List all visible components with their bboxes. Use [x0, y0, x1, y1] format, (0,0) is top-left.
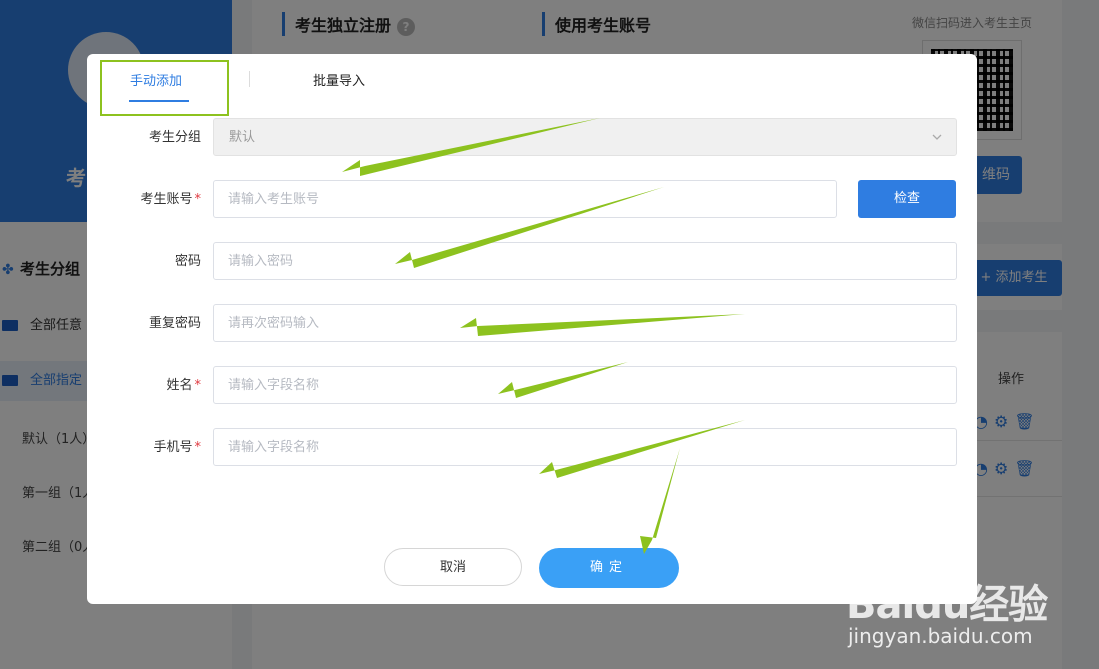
account-input[interactable]: [214, 181, 836, 217]
phone-row: 手机号 *: [87, 428, 977, 468]
cancel-button[interactable]: 取消: [384, 548, 522, 586]
tab-batch-import[interactable]: 批量导入: [313, 70, 365, 89]
repeat-password-row: 重复密码: [87, 304, 977, 344]
highlight-box: [100, 60, 229, 116]
watermark-url: jingyan.baidu.com: [848, 624, 1033, 648]
required-mark: *: [194, 440, 202, 455]
name-input-wrap: [213, 366, 957, 404]
confirm-button[interactable]: 确定: [539, 548, 679, 588]
password-input-wrap: [213, 242, 957, 280]
password-input[interactable]: [214, 243, 956, 279]
baidu-watermark: Baidu经验 jingyan.baidu.com: [842, 548, 1052, 658]
password-row: 密码: [87, 242, 977, 282]
phone-label: 手机号 *: [153, 440, 202, 455]
chevron-down-icon: [932, 134, 942, 140]
repeat-password-input-wrap: [213, 304, 957, 342]
phone-input-wrap: [213, 428, 957, 466]
check-button[interactable]: 检查: [858, 180, 956, 218]
group-label: 考生分组: [148, 130, 201, 145]
group-select-value: 默认: [229, 130, 256, 145]
group-row: 考生分组 默认: [87, 118, 977, 158]
watermark-logo: Baidu经验: [846, 582, 1048, 628]
name-label: 姓名 *: [166, 378, 202, 393]
tab-divider: [249, 71, 250, 87]
account-row: 考生账号* 检查: [87, 180, 977, 220]
repeat-password-input[interactable]: [214, 305, 956, 341]
name-input[interactable]: [214, 367, 956, 403]
required-mark: *: [194, 192, 202, 207]
phone-input[interactable]: [214, 429, 956, 465]
repeat-password-label: 重复密码: [148, 316, 201, 331]
account-input-wrap: [213, 180, 837, 218]
add-student-dialog: 手动添加 批量导入 考生分组 默认 考生账号* 检查 密码 重复密码: [87, 54, 977, 604]
required-mark: *: [194, 378, 202, 393]
password-label: 密码: [174, 254, 201, 269]
name-row: 姓名 *: [87, 366, 977, 406]
group-select[interactable]: 默认: [213, 118, 957, 156]
account-label: 考生账号 *: [140, 192, 202, 207]
